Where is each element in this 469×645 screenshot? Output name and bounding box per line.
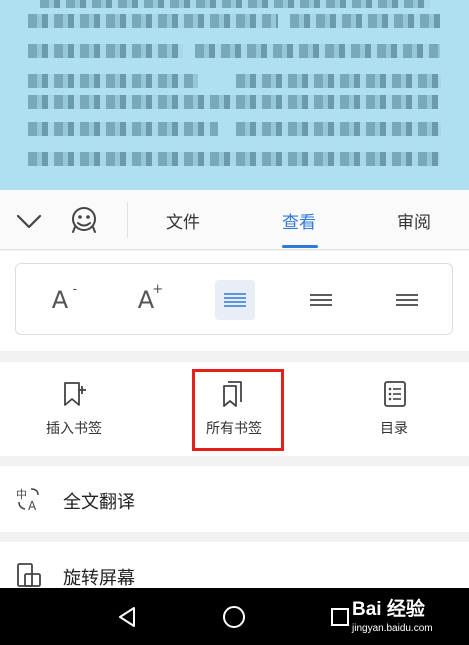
- font-size-increase-button[interactable]: A +: [126, 280, 166, 320]
- tab-file[interactable]: 文件: [166, 208, 200, 233]
- back-icon[interactable]: [116, 606, 138, 628]
- screen: 文件 查看 审阅 A- A + 插入书签 所有书签 目录 中 A 全文翻译 旋转…: [0, 0, 469, 645]
- table-of-contents-button[interactable]: 目录: [344, 362, 444, 456]
- align-left-button[interactable]: [387, 280, 427, 320]
- font-size-decrease-icon: A-: [51, 282, 78, 314]
- active-tab-indicator: [282, 245, 318, 248]
- rotate-screen-icon: [17, 563, 41, 587]
- align-left-icon: [396, 294, 418, 306]
- rotate-screen-label: 旋转屏幕: [63, 568, 135, 589]
- align-center-button[interactable]: [301, 280, 341, 320]
- document-preview[interactable]: [0, 0, 469, 190]
- watermark-url: jingyan.baidu.com: [352, 623, 433, 634]
- tab-view[interactable]: 查看: [282, 208, 316, 233]
- bookmark-add-icon: [64, 382, 86, 406]
- font-size-increase-icon: A +: [137, 282, 164, 314]
- insert-bookmark-button[interactable]: 插入书签: [24, 362, 124, 456]
- align-center-icon: [310, 294, 332, 306]
- align-justify-button[interactable]: [215, 280, 255, 320]
- translate-icon: 中 A: [16, 488, 39, 512]
- tab-review[interactable]: 审阅: [397, 208, 431, 233]
- system-nav-bar: Bai 经验 jingyan.baidu.com: [0, 588, 469, 645]
- chevron-down-icon[interactable]: [14, 206, 44, 236]
- watermark-brand: Bai 经验: [352, 599, 425, 620]
- table-of-contents-label: 目录: [380, 421, 408, 437]
- format-panel: A- A +: [0, 251, 469, 351]
- ribbon-toolbar: 文件 查看 审阅: [0, 190, 469, 250]
- svg-text:A: A: [28, 499, 37, 512]
- assistant-face-icon[interactable]: [68, 204, 100, 236]
- translate-label: 全文翻译: [63, 492, 135, 513]
- baidu-jingyan-watermark: Bai 经验 jingyan.baidu.com: [352, 592, 462, 642]
- recent-apps-icon[interactable]: [331, 608, 349, 626]
- svg-text:中: 中: [16, 488, 27, 501]
- font-size-decrease-button[interactable]: A-: [40, 280, 80, 320]
- insert-bookmark-label: 插入书签: [46, 421, 102, 437]
- home-icon[interactable]: [223, 606, 245, 628]
- format-card: A- A +: [15, 263, 453, 335]
- translate-row[interactable]: 中 A 全文翻译: [0, 466, 469, 532]
- table-of-contents-icon: [384, 381, 406, 407]
- toolbar-divider: [127, 202, 128, 238]
- highlight-annotation: [192, 369, 284, 451]
- align-justify-icon: [224, 293, 246, 307]
